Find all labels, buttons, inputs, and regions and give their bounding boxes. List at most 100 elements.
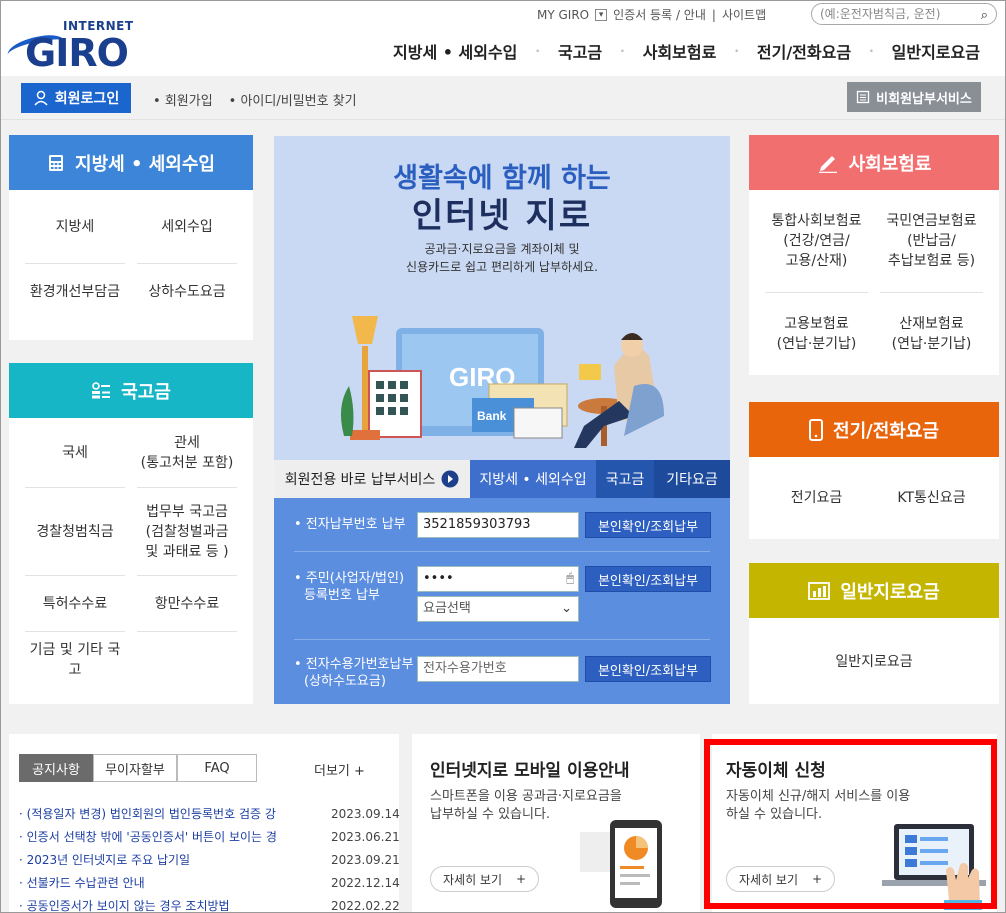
epay-number-input[interactable]: 3521859303793 xyxy=(417,512,579,538)
payment-tabs: 회원전용 바로 납부서비스 지방세 • 세외수입 국고금 기타요금 xyxy=(274,460,730,498)
form-row-epay-number: • 전자납부번호 납부 3521859303793 본인확인/조회납부 xyxy=(294,498,711,552)
link-local-tax[interactable]: 지방세 xyxy=(25,190,125,264)
nav-separator: · xyxy=(869,44,874,58)
main-area: 지방세 • 세외수입 지방세 세외수입 환경개선부담금 상하수도요금 국고금 국… xyxy=(1,120,1005,720)
category-national-title: 국고금 xyxy=(121,381,171,403)
category-electric-phone-header[interactable]: 전기/전화요금 xyxy=(749,402,999,457)
link-environment-charge[interactable]: 환경개선부담금 xyxy=(25,264,125,320)
browser-page: INTERNET GIRO MY GIRO ▾ 인증서 등록 / 안내 | 사이… xyxy=(0,0,1006,913)
cert-register-link[interactable]: 인증서 등록 / 안내 xyxy=(613,6,706,23)
link-police-fine[interactable]: 경찰청범칙금 xyxy=(25,488,125,576)
my-giro-link[interactable]: MY GIRO xyxy=(537,8,589,22)
epay-number-label: • 전자납부번호 납부 xyxy=(294,517,406,532)
smartphone-icon xyxy=(809,418,824,441)
nav-separator: · xyxy=(620,44,625,58)
sitemap-link[interactable]: 사이트맵 xyxy=(722,6,766,23)
link-employment-insurance[interactable]: 고용보험료 (연납·분기납) xyxy=(765,293,868,375)
category-electric-phone-grid: 전기요금 KT통신요금 xyxy=(749,457,999,539)
link-water-fee[interactable]: 상하수도요금 xyxy=(137,264,237,320)
user-icon xyxy=(34,90,48,106)
find-id-password-link[interactable]: • 아이디/비밀번호 찾기 xyxy=(229,90,357,109)
tab-other-fees[interactable]: 기타요금 xyxy=(654,460,730,498)
mouse-icon: 🖱 xyxy=(566,571,574,586)
document-icon xyxy=(857,90,870,104)
link-patent-fee[interactable]: 특허수수료 xyxy=(25,576,125,632)
tab-interest-free[interactable]: 무이자할부 xyxy=(93,754,177,782)
category-local-tax-header[interactable]: 지방세 • 세외수입 xyxy=(9,135,253,190)
link-non-tax-revenue[interactable]: 세외수입 xyxy=(137,190,237,264)
link-national-pension[interactable]: 국민연금보험료 (반납금/ 추납보험료 등) xyxy=(880,190,983,293)
list-item[interactable]: · 인증서 선택창 밖에 '공동인증서' 버튼이 보이는 경 2023.06.21 xyxy=(19,825,400,848)
tab-member-quick-pay[interactable]: 회원전용 바로 납부서비스 xyxy=(274,460,470,498)
nonmember-payment-button[interactable]: 비회원납부서비스 xyxy=(847,82,981,112)
category-social-insurance-title: 사회보험료 xyxy=(848,153,932,175)
fee-type-select[interactable]: 요금선택 ⌄ xyxy=(417,596,579,622)
tab-notice[interactable]: 공지사항 xyxy=(19,754,93,782)
mobile-guide-card: 인터넷지로 모바일 이용안내 스마트폰을 이용 공과금·지로요금을 납부하실 수… xyxy=(412,734,700,912)
nav-local-tax[interactable]: 지방세 • 세외수입 xyxy=(381,39,529,63)
link-national-tax[interactable]: 국세 xyxy=(25,418,125,488)
util-separator: | xyxy=(711,7,716,22)
category-national-grid: 국세 관세 (통고처분 포함) 경찰청범칙금 법무부 국고금 (검찰청벌과금 및… xyxy=(9,418,253,687)
list-item[interactable]: · 공동인증서가 보이지 않는 경우 조치방법 2022.02.22 xyxy=(19,894,400,913)
list-item[interactable]: · (적용일자 변경) 법인회원의 법인등록번호 검증 강 2023.09.14 xyxy=(19,802,400,825)
notice-panel: 공지사항 무이자할부 FAQ 더보기 + · (적용일자 변경) 법인회원의 법… xyxy=(9,734,400,913)
link-integrated-social-insurance[interactable]: 통합사회보험료 (건강/연금/ 고용/산재) xyxy=(765,190,868,293)
coins-list-icon xyxy=(92,381,111,398)
tab-faq[interactable]: FAQ xyxy=(177,754,257,782)
category-national: 국고금 국세 관세 (통고처분 포함) 경찰청범칙금 법무부 국고금 (검찰청벌… xyxy=(9,363,253,704)
customer-number-input[interactable]: 전자수용가번호 xyxy=(417,656,579,682)
category-social-insurance-grid: 통합사회보험료 (건강/연금/ 고용/산재) 국민연금보험료 (반납금/ 추납보… xyxy=(749,190,999,375)
main-banner: 생활속에 함께 하는 인터넷 지로 공과금·지로요금을 계좌이체 및 신용카드로… xyxy=(274,136,730,460)
giro-logo[interactable]: INTERNET GIRO xyxy=(5,15,133,75)
svg-text:Bank: Bank xyxy=(477,409,507,423)
customer-verify-button[interactable]: 본인확인/조회납부 xyxy=(585,656,711,682)
list-item[interactable]: · 2023년 인터넷지로 주요 납기일 2023.09.21 xyxy=(19,848,400,871)
mobile-guide-more-button[interactable]: 자세히 보기 + xyxy=(430,866,540,892)
link-port-fee[interactable]: 항만수수료 xyxy=(137,576,237,632)
link-justice-fund[interactable]: 법무부 국고금 (검찰청벌과금 및 과태료 등 ) xyxy=(137,488,237,576)
category-social-insurance-header[interactable]: 사회보험료 xyxy=(749,135,999,190)
category-electric-phone-title: 전기/전화요금 xyxy=(833,420,939,442)
link-electric-fee[interactable]: 전기요금 xyxy=(765,457,868,539)
nav-electric-phone[interactable]: 전기/전화요금 xyxy=(745,39,863,63)
member-login-button[interactable]: 회원로그인 xyxy=(21,83,131,113)
link-other-funds[interactable]: 기금 및 기타 국고 xyxy=(25,632,125,687)
link-industrial-accident-insurance[interactable]: 산재보험료 (연납·분기납) xyxy=(880,293,983,375)
plus-icon: + xyxy=(516,872,527,886)
mobile-guide-title: 인터넷지로 모바일 이용안내 xyxy=(430,761,630,781)
nav-general-giro[interactable]: 일반지로요금 xyxy=(880,39,992,63)
search-icon[interactable]: ⌕ xyxy=(981,6,988,26)
list-item[interactable]: · 선불카드 수납관련 안내 2022.12.14 xyxy=(19,871,400,894)
login-links: • 회원가입 • 아이디/비밀번호 찾기 xyxy=(153,90,357,109)
dropdown-arrow-icon[interactable]: ▾ xyxy=(595,8,608,21)
registration-verify-button[interactable]: 본인확인/조회납부 xyxy=(585,566,711,592)
notice-more-link[interactable]: 더보기 + xyxy=(314,760,365,779)
nav-national[interactable]: 국고금 xyxy=(546,39,614,63)
search-input[interactable]: (예:운전자범칙금, 운전) ⌕ xyxy=(811,3,997,25)
chevron-down-icon: ⌄ xyxy=(561,601,572,616)
category-national-header[interactable]: 국고금 xyxy=(9,363,253,418)
category-general-giro-header[interactable]: 일반지로요금 xyxy=(749,563,999,618)
link-customs[interactable]: 관세 (통고처분 포함) xyxy=(137,418,237,488)
utility-links: MY GIRO ▾ 인증서 등록 / 안내 | 사이트맵 xyxy=(537,6,766,23)
category-local-tax-grid: 지방세 세외수입 환경개선부담금 상하수도요금 xyxy=(9,190,253,320)
tab-national[interactable]: 국고금 xyxy=(596,460,654,498)
nav-social-insurance[interactable]: 사회보험료 xyxy=(631,39,729,63)
form-row-customer-number: • 전자수용가번호납부 (상하수도요금) 전자수용가번호 본인확인/조회납부 xyxy=(294,640,711,704)
category-local-tax-title: 지방세 • 세외수입 xyxy=(75,153,215,175)
nav-separator: · xyxy=(535,44,540,58)
registration-number-label: • 주민(사업자/법인) 등록번호 납부 xyxy=(294,571,405,603)
tab-local-tax[interactable]: 지방세 • 세외수입 xyxy=(470,460,596,498)
search-placeholder: (예:운전자범칙금, 운전) xyxy=(820,7,941,21)
link-kt-telecom-fee[interactable]: KT통신요금 xyxy=(880,457,983,539)
login-label: 회원로그인 xyxy=(54,91,120,107)
bar-chart-icon xyxy=(808,581,831,600)
registration-number-input[interactable]: •••• 🖱 xyxy=(417,566,579,592)
notice-list: · (적용일자 변경) 법인회원의 법인등록번호 검증 강 2023.09.14 … xyxy=(19,802,400,913)
login-bar: 회원로그인 • 회원가입 • 아이디/비밀번호 찾기 비회원납부서비스 xyxy=(1,76,1005,120)
epay-verify-button[interactable]: 본인확인/조회납부 xyxy=(585,512,711,538)
banner-illustration: GIRO Bank xyxy=(340,316,664,448)
signup-link[interactable]: • 회원가입 xyxy=(153,90,213,109)
link-general-giro-fee[interactable]: 일반지로요금 xyxy=(749,618,999,704)
